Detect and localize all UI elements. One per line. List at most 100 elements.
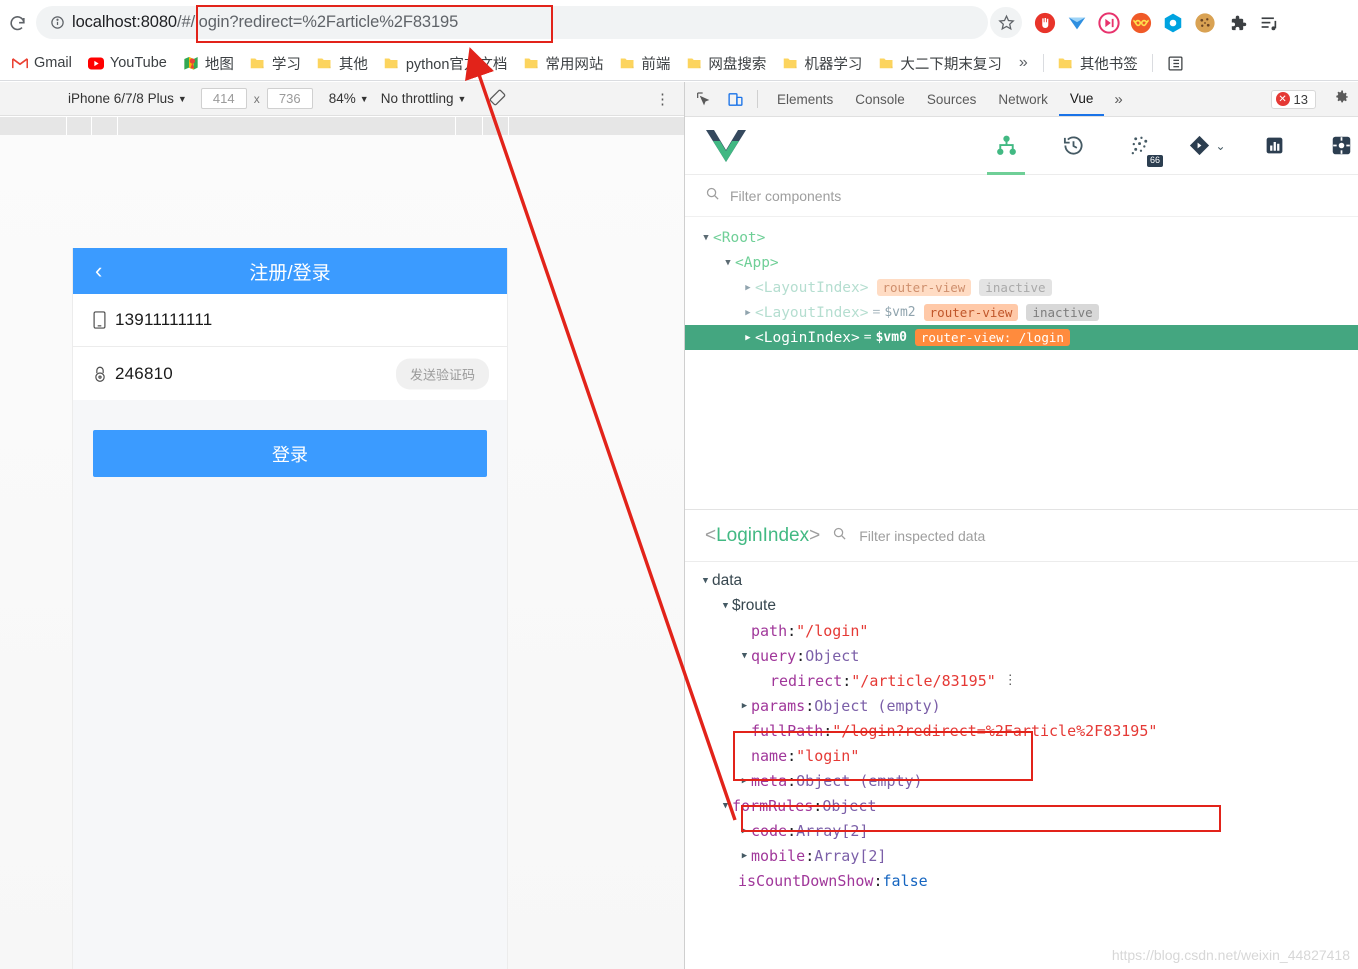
bookmarks-overflow-button[interactable]: » — [1010, 51, 1037, 75]
chevron-right-icon[interactable]: ▶ — [741, 283, 755, 293]
bookmark-folder-qita[interactable]: 其他 — [309, 50, 376, 77]
device-width-input[interactable] — [200, 88, 247, 109]
data-row-code[interactable]: ▶ code : Array[2] — [685, 818, 1358, 843]
chevron-down-icon[interactable]: ▼ — [699, 576, 712, 586]
address-bar[interactable]: localhost:8080/#/login?redirect=%2Fartic… — [36, 6, 988, 39]
component-tag: <App> — [735, 254, 779, 271]
tab-network[interactable]: Network — [987, 82, 1059, 116]
inspect-element-icon[interactable] — [689, 85, 717, 113]
chevron-right-icon[interactable]: ▶ — [741, 308, 755, 318]
bookmark-folder-python[interactable]: python官方文档 — [376, 50, 516, 77]
chevron-down-icon[interactable]: ▼ — [719, 601, 732, 611]
chevron-down-icon[interactable]: ▼ — [721, 258, 735, 268]
chevron-right-icon[interactable]: ▶ — [738, 701, 751, 711]
device-selector[interactable]: iPhone 6/7/8 Plus ▼ — [68, 91, 187, 106]
verify-code-field[interactable]: 246810 发送验证码 — [73, 347, 507, 400]
reading-list-panel-icon[interactable] — [1159, 52, 1192, 75]
data-row-fullpath[interactable]: fullPath : "/login?redirect=%2Farticle%2… — [685, 718, 1358, 743]
login-submit-button[interactable]: 登录 — [93, 430, 487, 477]
bookmark-maps[interactable]: 地图 — [175, 50, 242, 77]
throttling-selector[interactable]: No throttling ▼ — [381, 91, 467, 106]
data-key: $route — [732, 596, 776, 614]
dimension-separator: x — [253, 91, 260, 106]
events-tab-icon[interactable]: 66 — [1119, 117, 1163, 175]
mobile-phone-icon — [93, 311, 115, 329]
zoom-value: 84% — [328, 91, 356, 106]
data-row-meta[interactable]: ▶ meta : Object (empty) — [685, 768, 1358, 793]
performance-tab-icon[interactable] — [1253, 117, 1295, 175]
bookmark-folder-xuexi[interactable]: 学习 — [242, 50, 309, 77]
gear-icon[interactable] — [1333, 88, 1350, 110]
bookmark-folder-jiqi[interactable]: 机器学习 — [774, 50, 870, 77]
error-count-badge[interactable]: ✕ 13 — [1270, 89, 1316, 109]
bookmark-gmail[interactable]: Gmail — [4, 52, 80, 74]
data-key: name — [751, 746, 788, 765]
row-menu-icon[interactable]: ⋮ — [1004, 673, 1018, 688]
device-height-input[interactable] — [266, 88, 313, 109]
bookmark-youtube[interactable]: YouTube — [80, 52, 175, 74]
video-speed-extension-icon[interactable] — [1096, 10, 1122, 36]
reload-icon[interactable] — [0, 8, 34, 38]
routing-tab-icon[interactable]: ⌄ — [1186, 117, 1228, 175]
settings-tab-icon[interactable] — [1320, 117, 1358, 175]
timeline-tab-icon[interactable] — [1052, 117, 1094, 175]
data-sep: : — [873, 871, 883, 890]
bookmark-label: 机器学习 — [804, 56, 863, 73]
component-tag: <Root> — [713, 229, 766, 246]
data-row-path[interactable]: path : "/login" — [685, 618, 1358, 643]
component-filter-bar[interactable]: Filter components — [685, 175, 1358, 217]
toggle-device-toolbar-icon[interactable] — [721, 85, 749, 113]
tree-row-layoutindex-1[interactable]: ▶ <LayoutIndex> router-view inactive — [685, 275, 1358, 300]
inspected-data-filter-placeholder[interactable]: Filter inspected data — [859, 528, 985, 544]
diamond-extension-icon[interactable] — [1064, 10, 1090, 36]
data-row-query[interactable]: ▼ query : Object — [685, 643, 1358, 668]
tree-row-layoutindex-2[interactable]: ▶ <LayoutIndex> = $vm2 router-view inact… — [685, 300, 1358, 325]
chevron-down-icon[interactable]: ▼ — [719, 801, 732, 811]
bookmark-label: 网盘搜索 — [708, 56, 767, 73]
tree-row-root[interactable]: ▼ <Root> — [685, 225, 1358, 250]
data-key: formRules — [732, 796, 814, 815]
infinity-extension-icon[interactable] — [1128, 10, 1154, 36]
components-tab-icon[interactable] — [985, 117, 1027, 175]
chevron-down-icon[interactable]: ▼ — [699, 233, 713, 243]
adblock-extension-icon[interactable] — [1032, 10, 1058, 36]
tabs-overflow-button[interactable]: » — [1104, 91, 1132, 108]
tab-vue[interactable]: Vue — [1058, 82, 1105, 116]
info-icon[interactable] — [42, 15, 72, 30]
data-row-name[interactable]: name : "login" — [685, 743, 1358, 768]
chevron-right-icon[interactable]: ▶ — [738, 776, 751, 786]
tab-console[interactable]: Console — [844, 82, 916, 116]
bookmark-folder-wangpan[interactable]: 网盘搜索 — [678, 50, 774, 77]
data-row-mobile[interactable]: ▶ mobile : Array[2] — [685, 843, 1358, 868]
tab-sources[interactable]: Sources — [916, 82, 988, 116]
data-row-formrules[interactable]: ▼ formRules : Object — [685, 793, 1358, 818]
bookmark-star-icon[interactable] — [990, 7, 1022, 38]
puzzle-extensions-icon[interactable] — [1224, 10, 1250, 36]
data-row-iscountdownshow[interactable]: isCountDownShow : false — [685, 868, 1358, 893]
bookmark-folder-changyong[interactable]: 常用网站 — [515, 50, 611, 77]
cookie-extension-icon[interactable] — [1192, 10, 1218, 36]
reading-list-icon[interactable] — [1256, 10, 1282, 36]
data-row-data[interactable]: ▼ data — [685, 568, 1358, 593]
rotate-device-icon[interactable] — [488, 88, 507, 110]
device-more-options-icon[interactable]: ⋮ — [655, 90, 670, 108]
data-row-route[interactable]: ▼ $route — [685, 593, 1358, 618]
back-chevron-icon[interactable]: ‹ — [95, 260, 102, 282]
mobile-number-field[interactable]: 13911111111 — [73, 294, 507, 347]
chevron-right-icon[interactable]: ▶ — [741, 333, 755, 343]
tab-elements[interactable]: Elements — [766, 82, 844, 116]
tree-row-app[interactable]: ▼ <App> — [685, 250, 1358, 275]
zoom-selector[interactable]: 84% ▼ — [329, 91, 369, 106]
hexagon-extension-icon[interactable] — [1160, 10, 1186, 36]
bookmark-folder-fuxi[interactable]: 大二下期末复习 — [870, 50, 1010, 77]
tree-row-loginindex[interactable]: ▶ <LoginIndex> = $vm0 router-view: /logi… — [685, 325, 1358, 350]
chevron-right-icon[interactable]: ▶ — [738, 851, 751, 861]
send-code-button[interactable]: 发送验证码 — [395, 358, 489, 389]
data-row-redirect[interactable]: redirect : "/article/83195" ⋮ — [685, 668, 1358, 693]
chevron-down-icon[interactable]: ▼ — [738, 651, 751, 661]
bookmark-other-bookmarks[interactable]: 其他书签 — [1050, 50, 1146, 77]
chevron-right-icon[interactable]: ▶ — [738, 826, 751, 836]
chevron-down-icon: ▼ — [177, 93, 187, 104]
bookmark-folder-qianduan[interactable]: 前端 — [611, 50, 678, 77]
data-row-params[interactable]: ▶ params : Object (empty) — [685, 693, 1358, 718]
